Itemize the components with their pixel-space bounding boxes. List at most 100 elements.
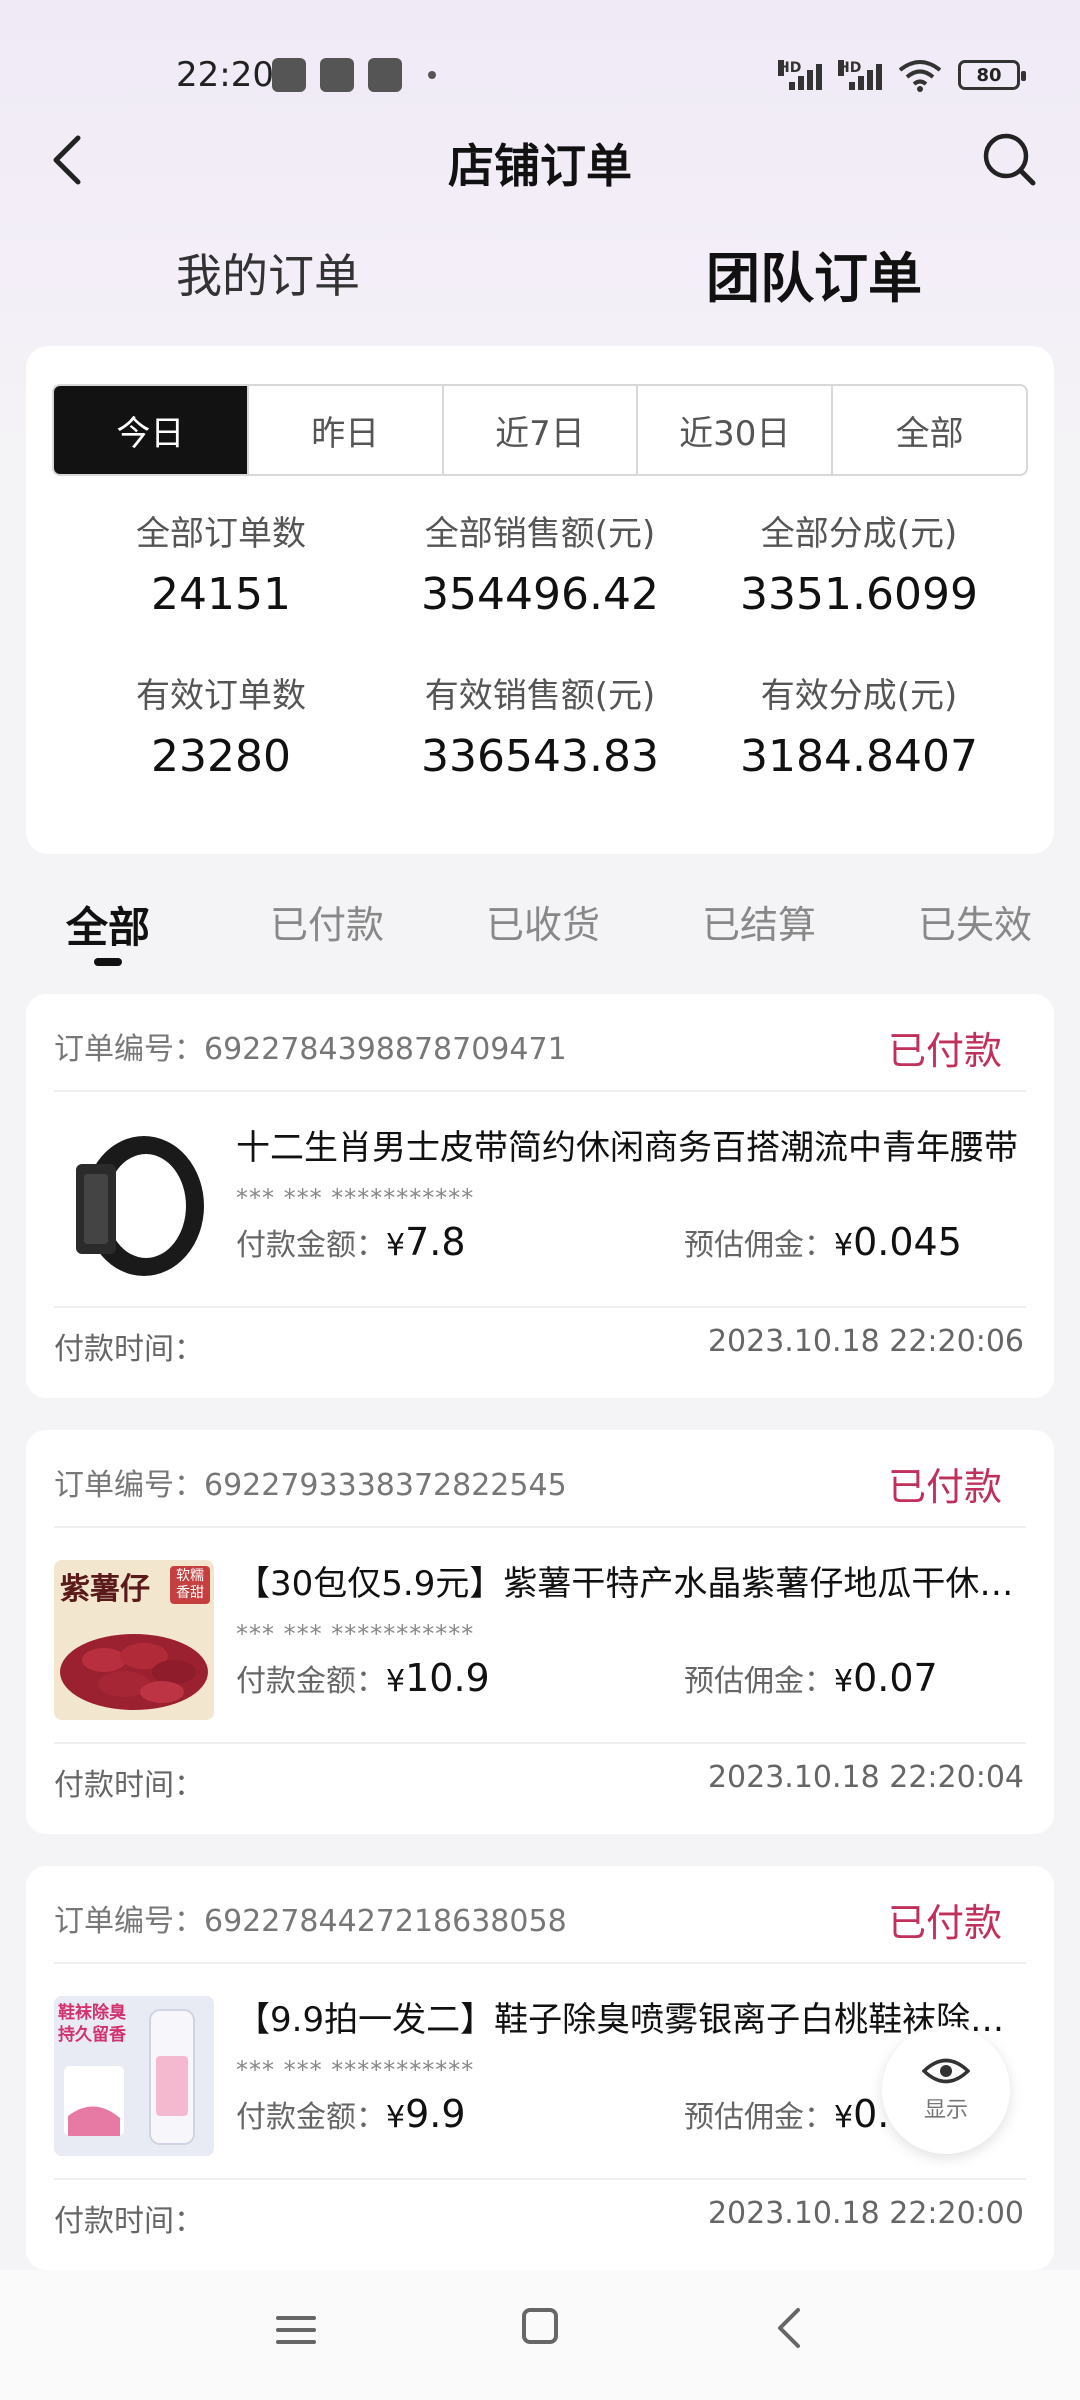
pay-amount-value: 9.9	[405, 2092, 466, 2136]
stat-label: 有效销售额(元)	[424, 676, 656, 716]
currency-symbol: ¥	[834, 1228, 854, 1263]
product-image: 鞋袜除臭 持久留香	[54, 1996, 214, 2156]
divider	[54, 1742, 1026, 1744]
order-type-tabs: 我的订单 团队订单	[0, 230, 1080, 320]
pay-amount-label: 付款金额：	[236, 2100, 386, 2135]
divider	[54, 1962, 1026, 1964]
home-icon[interactable]	[522, 2308, 558, 2344]
commission-label: 预估佣金：	[684, 1228, 834, 1263]
image-caption: 鞋袜除臭 持久留香	[58, 2003, 126, 2045]
order-status: 已付款	[887, 1029, 1002, 1073]
stat-value: 3351.6099	[740, 569, 978, 620]
product-title: 十二生肖男士皮带简约休闲商务百搭潮流中青年腰带	[236, 1128, 1018, 1168]
signal-icon: HD	[778, 60, 822, 90]
commission-value: 0.07	[853, 1656, 938, 1700]
system-icons: HD HD 80	[778, 58, 1026, 92]
status-tab-settled[interactable]: 已结算	[702, 894, 816, 949]
sweet-potato-image	[60, 1634, 208, 1710]
period-tab-7days[interactable]: 近7日	[444, 386, 639, 474]
stat-value: 23280	[151, 731, 291, 782]
pay-time: 2023.10.18 22:20:06	[707, 1324, 1024, 1359]
masked-info: *** *** ***********	[236, 1620, 475, 1648]
stat-value: 3184.8407	[740, 731, 978, 782]
pay-amount-label: 付款金额：	[236, 1228, 386, 1263]
belt-image	[54, 1124, 214, 1284]
pay-amount: 付款金额：¥10.9	[236, 1656, 490, 1700]
status-tab-received[interactable]: 已收货	[486, 894, 600, 949]
stat-label: 全部订单数	[136, 514, 306, 554]
eye-icon	[922, 2058, 970, 2084]
commission-value: 0.045	[853, 1220, 962, 1264]
currency-symbol: ¥	[386, 1228, 406, 1263]
stat-label: 全部销售额(元)	[424, 514, 656, 554]
currency-symbol: ¥	[834, 2100, 854, 2135]
stat-valid-commission: 有效分成(元) 3184.8407	[688, 668, 1030, 782]
status-tab-invalid[interactable]: 已失效	[918, 894, 1032, 949]
order-number-label: 订单编号：	[54, 1468, 204, 1503]
notification-icon	[320, 58, 354, 92]
order-number-value: 6922784398878709471	[204, 1032, 567, 1067]
divider	[54, 1526, 1026, 1528]
tab-my-orders[interactable]: 我的订单	[176, 240, 360, 306]
pay-time-label: 付款时间：	[54, 1768, 204, 1803]
active-tab-indicator	[94, 958, 122, 966]
product-title: 【30包仅5.9元】紫薯干特产水晶紫薯仔地瓜干休闲零食	[236, 1564, 1026, 1604]
order-number-value: 6922784427218638058	[204, 1904, 567, 1939]
stat-valid-sales: 有效销售额(元) 336543.83	[369, 668, 711, 782]
period-tab-all[interactable]: 全部	[833, 386, 1026, 474]
period-selector: 今日 昨日 近7日 近30日 全部	[52, 384, 1028, 476]
currency-symbol: ¥	[834, 1664, 854, 1699]
stat-total-sales: 全部销售额(元) 354496.42	[369, 506, 711, 620]
order-number: 订单编号：6922784398878709471	[54, 1024, 567, 1068]
search-icon[interactable]	[978, 128, 1040, 190]
status-tab-all[interactable]: 全部	[66, 894, 150, 955]
notification-icons	[272, 58, 436, 92]
estimated-commission: 预估佣金：¥0.045	[684, 1220, 962, 1264]
product-title: 【9.9拍一发二】鞋子除臭喷雾银离子白桃鞋袜除臭剂	[236, 2000, 1026, 2040]
tab-team-orders[interactable]: 团队订单	[706, 234, 922, 313]
stat-value: 354496.42	[421, 569, 659, 620]
stat-valid-orders: 有效订单数 23280	[50, 668, 392, 782]
product-image	[54, 1124, 214, 1284]
order-number-label: 订单编号：	[54, 1032, 204, 1067]
page-title: 店铺订单	[448, 139, 632, 193]
masked-info: *** *** ***********	[236, 1184, 475, 1212]
show-floating-button[interactable]: 显示	[882, 2026, 1010, 2154]
order-status: 已付款	[887, 1901, 1002, 1945]
period-tab-30days[interactable]: 近30日	[638, 386, 834, 474]
order-card[interactable]: 订单编号：6922793338372822545 已付款 紫薯仔 软糯香甜 【3…	[26, 1430, 1054, 1834]
more-notifications-icon	[428, 71, 436, 79]
app-header: 店铺订单	[0, 110, 1080, 210]
nav-back-icon[interactable]	[770, 2306, 810, 2350]
commission-label: 预估佣金：	[684, 1664, 834, 1699]
period-tab-yesterday[interactable]: 昨日	[249, 386, 444, 474]
divider	[54, 2178, 1026, 2180]
period-tab-today[interactable]: 今日	[54, 386, 249, 474]
pay-amount-value: 7.8	[405, 1220, 466, 1264]
status-time: 22:20	[176, 55, 274, 95]
order-number-label: 订单编号：	[54, 1904, 204, 1939]
commission-label: 预估佣金：	[684, 2100, 834, 2135]
order-status-tabs: 全部 已付款 已收货 已结算 已失效	[0, 880, 1080, 980]
pay-amount: 付款金额：¥9.9	[236, 2092, 466, 2136]
notification-icon	[368, 58, 402, 92]
currency-symbol: ¥	[386, 1664, 406, 1699]
system-nav-bar	[0, 2270, 1080, 2400]
wifi-icon	[898, 60, 942, 92]
status-tab-paid[interactable]: 已付款	[270, 894, 384, 949]
stat-total-commission: 全部分成(元) 3351.6099	[688, 506, 1030, 620]
stats-card: 今日 昨日 近7日 近30日 全部 全部订单数 24151 全部销售额(元) 3…	[26, 346, 1054, 854]
stat-total-orders: 全部订单数 24151	[50, 506, 392, 620]
menu-icon[interactable]	[276, 2310, 316, 2350]
order-card[interactable]: 订单编号：6922784398878709471 已付款 十二生肖男士皮带简约休…	[26, 994, 1054, 1398]
notification-icon	[272, 58, 306, 92]
estimated-commission: 预估佣金：¥0.07	[684, 1656, 938, 1700]
stat-label: 有效分成(元)	[760, 676, 958, 716]
pay-time-label: 付款时间：	[54, 1332, 204, 1367]
stat-label: 有效订单数	[136, 676, 306, 716]
masked-info: *** *** ***********	[236, 2056, 475, 2084]
divider	[54, 1090, 1026, 1092]
stat-value: 336543.83	[421, 731, 659, 782]
currency-symbol: ¥	[386, 2100, 406, 2135]
estimated-commission: 预估佣金：¥0.0	[684, 2092, 914, 2136]
